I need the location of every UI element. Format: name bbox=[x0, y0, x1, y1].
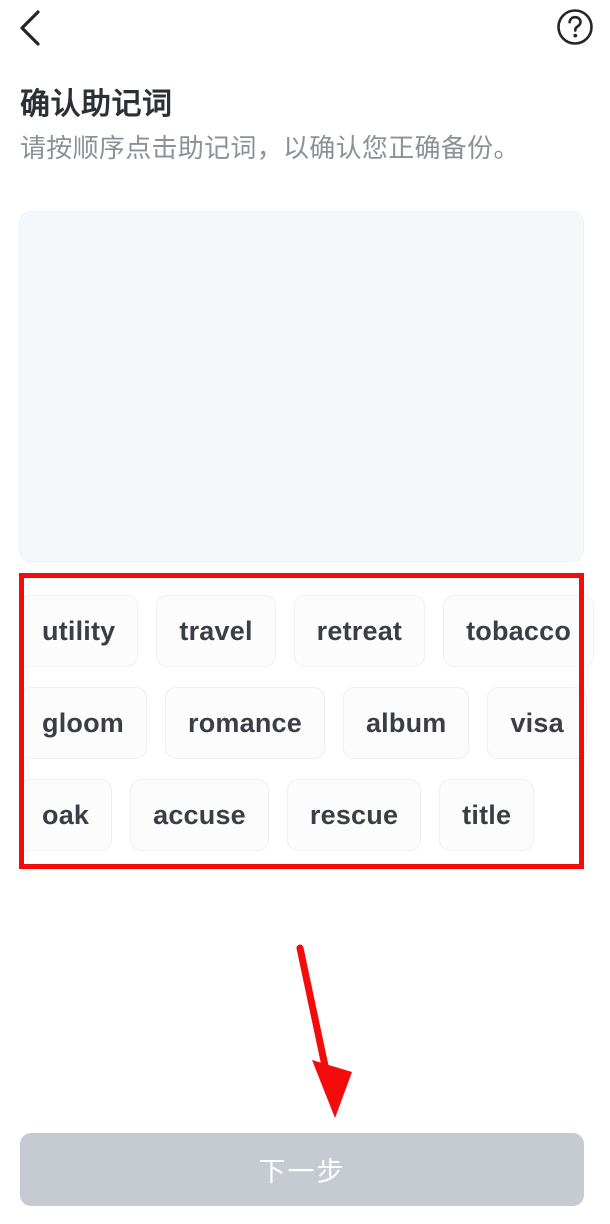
word-chip[interactable]: travel bbox=[156, 595, 276, 667]
word-chip[interactable]: gloom bbox=[19, 687, 147, 759]
word-bank: utility travel retreat tobacco gloom rom… bbox=[19, 578, 595, 863]
top-navigation-bar bbox=[0, 0, 610, 62]
word-bank-row: gloom romance album visa bbox=[19, 687, 587, 759]
back-button[interactable] bbox=[4, 4, 56, 56]
word-chip[interactable]: retreat bbox=[293, 595, 426, 667]
selected-words-panel[interactable] bbox=[19, 211, 584, 562]
help-button[interactable] bbox=[552, 6, 598, 52]
word-chip[interactable]: title bbox=[439, 779, 535, 851]
word-chip[interactable]: rescue bbox=[286, 779, 422, 851]
word-chip[interactable]: utility bbox=[19, 595, 139, 667]
question-circle-icon bbox=[555, 7, 595, 52]
word-chip[interactable]: album bbox=[342, 687, 470, 759]
word-chip[interactable]: romance bbox=[165, 687, 325, 759]
word-chip[interactable]: visa bbox=[487, 687, 587, 759]
word-chip[interactable]: oak bbox=[19, 779, 113, 851]
annotation-arrow-icon bbox=[270, 930, 390, 1130]
word-chip[interactable]: accuse bbox=[130, 779, 269, 851]
page-title: 确认助记词 bbox=[20, 88, 173, 121]
chevron-left-icon bbox=[17, 8, 43, 53]
word-bank-row: utility travel retreat tobacco bbox=[19, 595, 595, 667]
page-subtitle: 请按顺序点击助记词，以确认您正确备份。 bbox=[20, 133, 520, 163]
word-bank-row: oak accuse rescue title bbox=[19, 779, 585, 851]
next-button[interactable]: 下一步 bbox=[20, 1133, 584, 1206]
word-chip[interactable]: tobacco bbox=[443, 595, 595, 667]
